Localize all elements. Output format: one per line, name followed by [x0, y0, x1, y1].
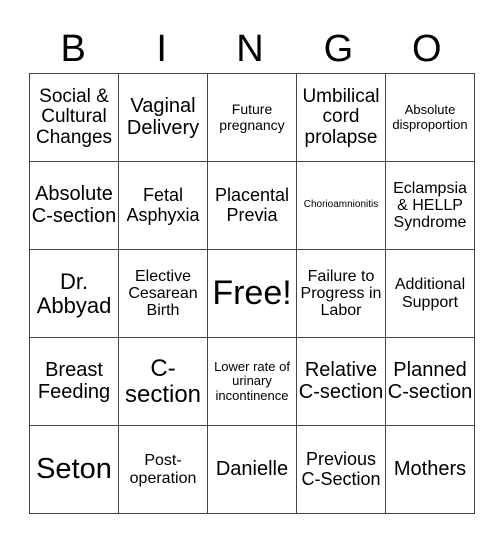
- bingo-cell[interactable]: Post-operation: [118, 425, 208, 514]
- board-row: Absolute C-section Fetal Asphyxia Placen…: [29, 161, 475, 250]
- bingo-board: Social & Cultural Changes Vaginal Delive…: [29, 73, 475, 514]
- bingo-cell[interactable]: C-section: [118, 337, 208, 426]
- bingo-cell[interactable]: Previous C-Section: [296, 425, 386, 514]
- bingo-cell[interactable]: Fetal Asphyxia: [118, 161, 208, 250]
- bingo-cell[interactable]: Dr. Abbyad: [29, 249, 119, 338]
- bingo-cell[interactable]: Absolute disproportion: [385, 73, 475, 162]
- bingo-cell[interactable]: Lower rate of urinary incontinence: [207, 337, 297, 426]
- bingo-cell[interactable]: Vaginal Delivery: [118, 73, 208, 162]
- bingo-cell[interactable]: Eclampsia & HELLP Syndrome: [385, 161, 475, 250]
- bingo-cell[interactable]: Planned C-section: [385, 337, 475, 426]
- bingo-cell[interactable]: Placental Previa: [207, 161, 297, 250]
- bingo-cell[interactable]: Social & Cultural Changes: [29, 73, 119, 162]
- bingo-cell[interactable]: Mothers: [385, 425, 475, 514]
- bingo-cell[interactable]: Umbilical cord prolapse: [296, 73, 386, 162]
- free-space-cell[interactable]: Free!: [207, 249, 297, 338]
- board-row: Breast Feeding C-section Lower rate of u…: [29, 337, 475, 426]
- bingo-cell[interactable]: Future pregnancy: [207, 73, 297, 162]
- header-letter-g: G: [323, 28, 354, 70]
- board-row: Social & Cultural Changes Vaginal Delive…: [29, 73, 475, 162]
- bingo-cell[interactable]: Absolute C-section: [29, 161, 119, 250]
- bingo-cell[interactable]: Relative C-section: [296, 337, 386, 426]
- bingo-cell[interactable]: Seton: [29, 425, 119, 514]
- board-row: Seton Post-operation Danielle Previous C…: [29, 425, 475, 514]
- bingo-cell[interactable]: Additional Support: [385, 249, 475, 338]
- header-letter-n: N: [236, 28, 264, 70]
- header-letter-o: O: [412, 28, 442, 70]
- header-letter-b: B: [60, 28, 86, 70]
- bingo-cell[interactable]: Danielle: [207, 425, 297, 514]
- bingo-cell[interactable]: Breast Feeding: [29, 337, 119, 426]
- bingo-cell[interactable]: Chorioamnionitis: [296, 161, 386, 250]
- header-letter-i: I: [156, 28, 167, 70]
- bingo-cell[interactable]: Elective Cesarean Birth: [118, 249, 208, 338]
- bingo-header: B I N G O: [29, 24, 471, 74]
- board-row: Dr. Abbyad Elective Cesarean Birth Free!…: [29, 249, 475, 338]
- bingo-cell[interactable]: Failure to Progress in Labor: [296, 249, 386, 338]
